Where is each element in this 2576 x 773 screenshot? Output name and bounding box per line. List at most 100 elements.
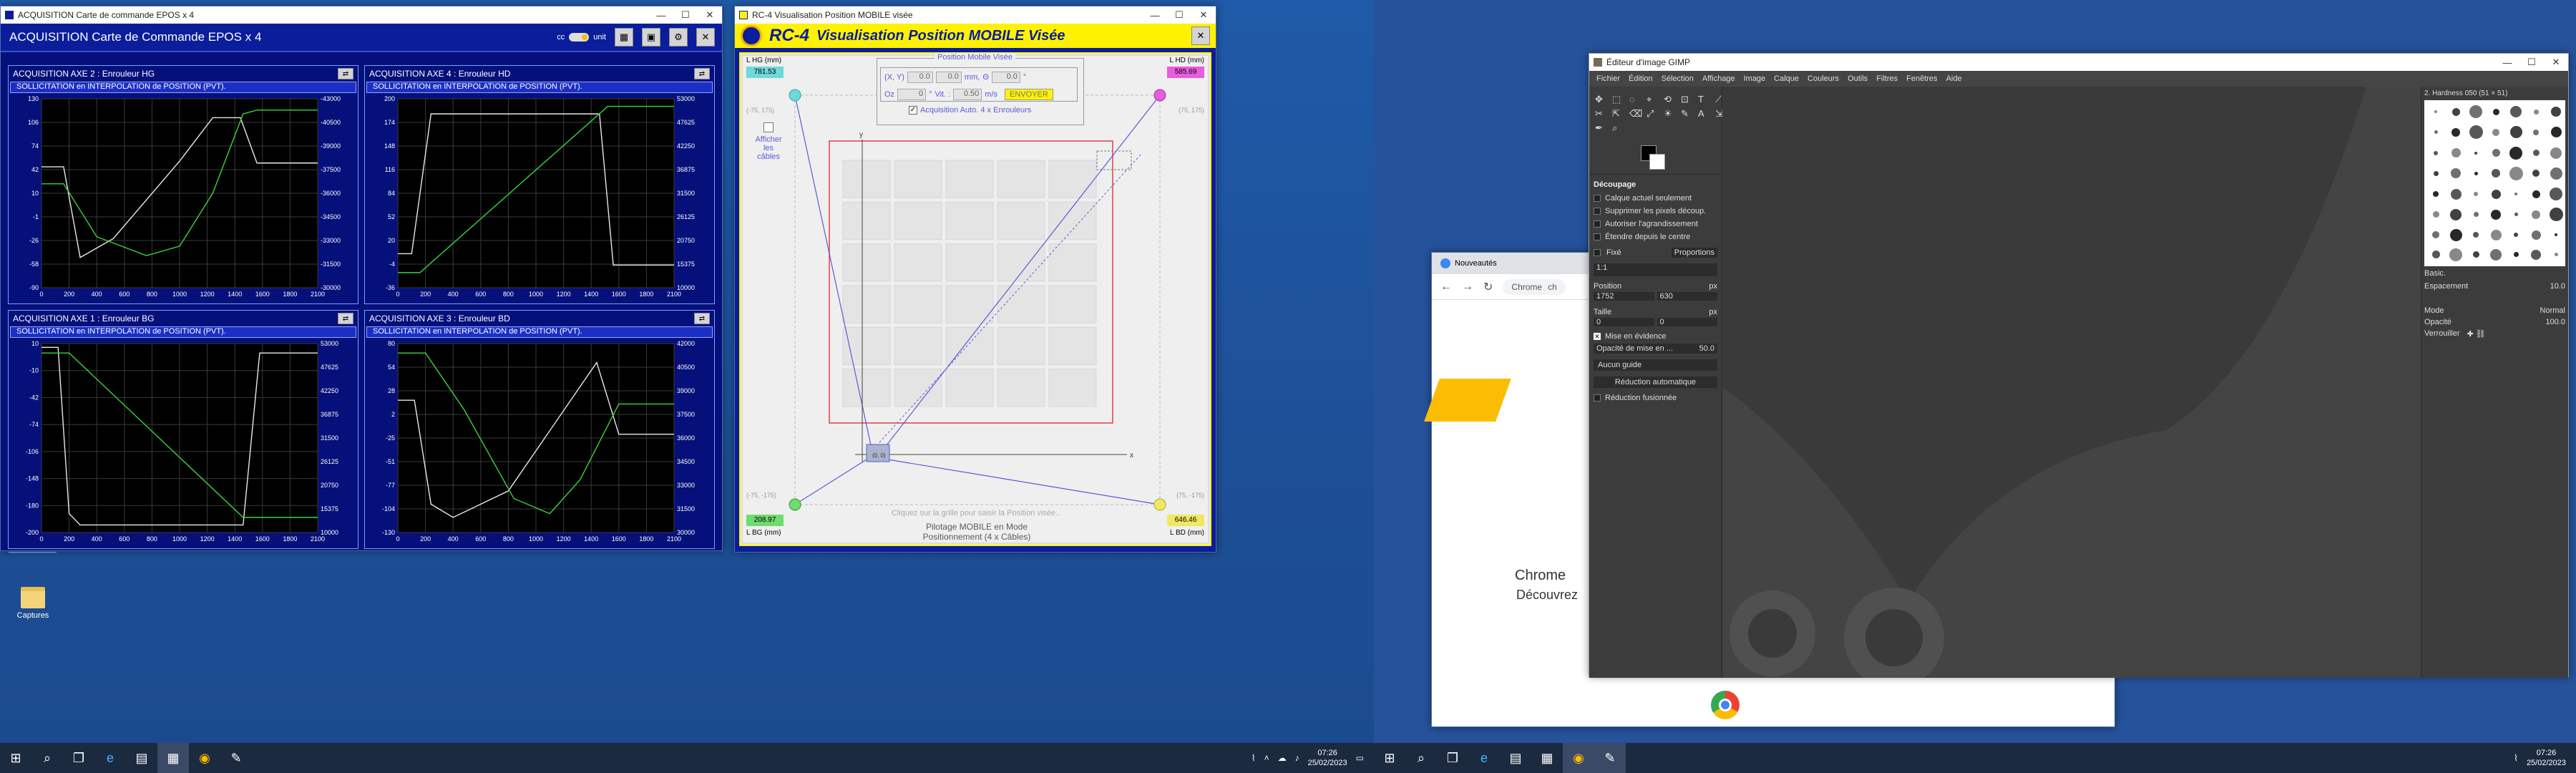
brush-icon[interactable] (2532, 150, 2540, 157)
brush-grid[interactable] (2424, 100, 2565, 266)
brush-icon[interactable] (2469, 125, 2483, 140)
close-button[interactable]: ✕ (2544, 54, 2568, 71)
brush-icon[interactable] (2550, 167, 2562, 180)
brush-icon[interactable] (2514, 193, 2517, 196)
grid-cell[interactable] (997, 326, 1045, 366)
search-icon[interactable]: ⌕ (31, 743, 63, 773)
notification-icon[interactable]: ▭ (1356, 753, 1364, 763)
grid-cell[interactable] (997, 243, 1045, 282)
brush-icon[interactable] (2490, 248, 2502, 261)
task-view-icon[interactable]: ❐ (1437, 743, 1468, 773)
grid-cell[interactable] (945, 201, 994, 240)
store-icon[interactable]: ▤ (126, 743, 157, 773)
brush-icon[interactable] (2433, 170, 2439, 176)
menu-item[interactable]: Aide (1942, 74, 1966, 83)
maximize-button[interactable]: ☐ (2519, 54, 2544, 71)
menu-item[interactable]: Calque (1770, 74, 1803, 83)
grid-cell[interactable] (945, 369, 994, 407)
opacity-row[interactable]: Opacité 100.0 (2421, 316, 2568, 328)
grid-cell[interactable] (842, 369, 891, 407)
minimize-button[interactable]: — (649, 6, 673, 24)
clock[interactable]: 07:26 25/02/2023 (2527, 748, 2566, 768)
search-icon[interactable]: ⌕ (1405, 743, 1437, 773)
tool-icon[interactable]: ⟲ (1664, 94, 1678, 105)
brush-icon[interactable] (2474, 171, 2478, 175)
brush-icon[interactable] (2490, 229, 2502, 240)
brush-icon[interactable] (2510, 106, 2522, 118)
size-unit[interactable]: px (1709, 308, 1717, 316)
merged-checkbox[interactable] (1594, 394, 1601, 402)
option-checkbox[interactable] (1594, 195, 1601, 202)
proportions-select[interactable]: Proportions (1671, 248, 1717, 258)
brush-icon[interactable] (2492, 128, 2499, 136)
brush-icon[interactable] (2509, 126, 2522, 139)
tool-icon[interactable]: ⇱ (1612, 108, 1626, 120)
brush-icon[interactable] (2472, 251, 2479, 258)
exit-icon[interactable]: ✕ (1191, 26, 1210, 45)
grid-cell[interactable] (842, 326, 891, 366)
clock[interactable]: 07:26 25/02/2023 (1308, 748, 1347, 768)
option-checkbox[interactable] (1594, 220, 1601, 228)
brush-icon[interactable] (2492, 108, 2499, 115)
swap-icon[interactable]: ⇄ (694, 313, 710, 324)
theta-input[interactable]: 0.0 (991, 72, 1020, 83)
spacing-row[interactable]: Espacement 10.0 (2421, 281, 2568, 292)
menu-item[interactable]: Filtres (1872, 74, 1902, 83)
brush-icon[interactable] (2434, 130, 2438, 135)
desktop-icon-captures[interactable]: Captures (13, 587, 53, 620)
brush-icon[interactable] (2550, 127, 2562, 138)
grid-cell[interactable] (1048, 285, 1097, 324)
brush-icon[interactable] (2451, 107, 2460, 116)
oz-input[interactable]: 0 (897, 89, 927, 100)
brush-icon[interactable] (2555, 233, 2557, 237)
start-icon[interactable]: ⊞ (1374, 743, 1405, 773)
brush-icon[interactable] (2514, 213, 2518, 217)
brush-icon[interactable] (2491, 209, 2501, 220)
rc4-canvas[interactable]: x y (0, 0) L HG (mm) 781.53 (-75, 175) L… (739, 52, 1211, 546)
reload-icon[interactable]: ↻ (1483, 280, 1493, 294)
tool-icon[interactable]: ⌫ (1629, 108, 1644, 120)
close-button[interactable]: ✕ (1191, 6, 1216, 24)
tool-icon[interactable]: ◌ (1629, 94, 1644, 105)
menu-item[interactable]: Affichage (1698, 74, 1740, 83)
grid-cell[interactable] (1048, 201, 1097, 240)
brush-icon[interactable] (2551, 107, 2561, 117)
brush-icon[interactable] (2449, 228, 2462, 241)
grid-cell[interactable] (842, 160, 891, 198)
fixed-checkbox[interactable] (1594, 249, 1601, 256)
tool-icon[interactable]: ✂ (1595, 108, 1609, 120)
grid-cell[interactable] (1048, 160, 1097, 198)
ratio-input[interactable]: 1:1 (1594, 263, 1717, 276)
grid-cell[interactable] (997, 201, 1045, 240)
grid-cell[interactable] (1048, 243, 1097, 282)
network-icon[interactable]: ⌇ (2514, 753, 2518, 763)
gimp-icon[interactable]: ✎ (1594, 743, 1626, 773)
brush-icon[interactable] (2432, 211, 2439, 218)
task-view-icon[interactable]: ❐ (63, 743, 94, 773)
size-x[interactable]: 0 (1594, 318, 1654, 326)
brush-icon[interactable] (2554, 253, 2558, 257)
app-epos-icon[interactable]: ▦ (1531, 743, 1563, 773)
minimize-button[interactable]: — (1143, 6, 1167, 24)
forward-icon[interactable]: → (1462, 281, 1473, 293)
chevron-up-icon[interactable]: ˄ (1264, 753, 1269, 763)
grid-cell[interactable] (842, 285, 891, 324)
close-button[interactable]: ✕ (698, 6, 722, 24)
chrome-icon[interactable]: ◉ (189, 743, 220, 773)
grid-cell[interactable] (894, 369, 942, 407)
brush-icon[interactable] (2450, 208, 2462, 220)
chrome-icon[interactable]: ◉ (1563, 743, 1594, 773)
brush-icon[interactable] (2473, 212, 2479, 218)
position-y[interactable]: 630 (1657, 292, 1717, 301)
menu-item[interactable]: Édition (1624, 74, 1657, 83)
tool-icon[interactable]: ✒ (1595, 122, 1609, 134)
brush-icon[interactable] (2513, 252, 2519, 258)
bg-color[interactable] (1649, 154, 1665, 170)
auto-shrink-button[interactable]: Réduction automatique (1594, 376, 1717, 388)
tool-icon[interactable]: A (1698, 108, 1712, 120)
menu-item[interactable]: Image (1740, 74, 1770, 83)
grid-cell[interactable] (997, 369, 1045, 407)
brush-icon[interactable] (2491, 189, 2501, 199)
tool-icon[interactable]: ⌖ (1646, 94, 1661, 105)
brush-icon[interactable] (2469, 105, 2482, 119)
